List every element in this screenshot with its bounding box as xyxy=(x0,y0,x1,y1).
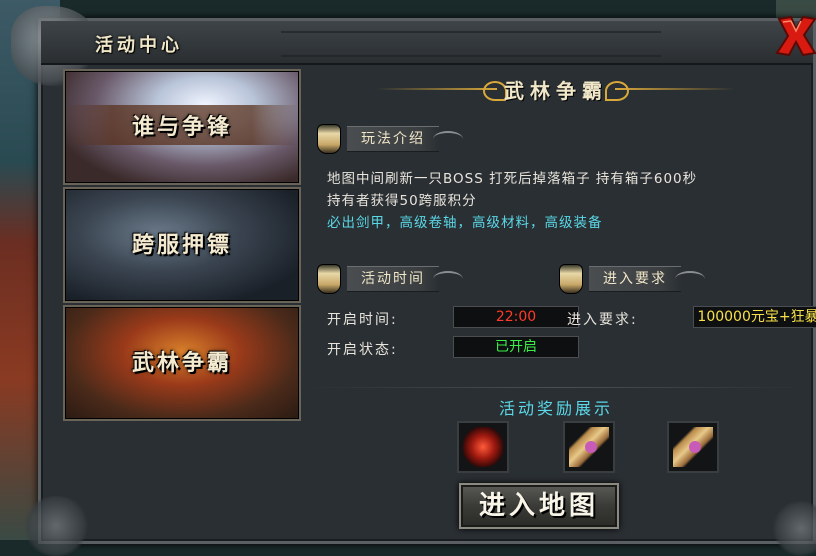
swirl-ornament-icon xyxy=(433,131,463,147)
section-title: 活动时间 xyxy=(347,266,439,292)
activity-card-label: 谁与争锋 xyxy=(65,105,299,145)
swirl-ornament-icon xyxy=(675,271,705,287)
activity-card-1[interactable]: 谁与争锋 xyxy=(63,69,301,185)
lantern-icon xyxy=(317,264,341,294)
gameplay-description-line-2: 持有者获得50跨服积分 xyxy=(327,193,477,209)
knot-icon xyxy=(605,81,629,101)
section-gameplay: 玩法介绍 xyxy=(317,124,463,154)
reward-title: 活动奖励展示 xyxy=(498,399,613,418)
section-title: 玩法介绍 xyxy=(347,126,439,152)
gameplay-description-line-1: 地图中间刷新一只BOSS 打死后掉落箱子 持有箱子600秒 xyxy=(327,171,698,187)
title-pattern xyxy=(281,31,661,57)
divider xyxy=(307,387,805,388)
open-time-label: 开启时间: xyxy=(327,312,398,328)
enter-map-button[interactable]: 进入地图 xyxy=(459,483,619,529)
open-time-value: 22:00 xyxy=(453,306,579,328)
window-title: 活动中心 xyxy=(95,35,183,56)
activity-list: 谁与争锋 跨服押镖 武林争霸 xyxy=(63,69,301,421)
activity-window: 活动中心 谁与争锋 跨服押镖 武林争霸 武林争霸 玩法介绍 地图中间刷新一只BO… xyxy=(11,6,816,556)
close-button[interactable] xyxy=(771,11,816,61)
section-requirement: 进入要求 xyxy=(559,264,705,294)
dragon-ornament-icon xyxy=(21,496,91,556)
open-status-label: 开启状态: xyxy=(327,342,398,358)
gameplay-reward-highlight: 必出剑甲，高级卷轴，高级材料，高级装备 xyxy=(327,215,603,231)
activity-detail-panel: 武林争霸 玩法介绍 地图中间刷新一只BOSS 打死后掉落箱子 持有箱子600秒 … xyxy=(307,69,816,529)
open-status-value: 已开启 xyxy=(453,336,579,358)
activity-card-label: 武林争霸 xyxy=(131,351,232,376)
scroll-icon xyxy=(673,427,713,467)
lantern-icon xyxy=(559,264,583,294)
reward-slot-1[interactable] xyxy=(457,421,509,473)
requirement-label: 进入要求: xyxy=(567,312,638,328)
activity-card-label: 跨服押镖 xyxy=(131,233,232,258)
close-x-icon xyxy=(775,15,816,57)
activity-card-3[interactable]: 武林争霸 xyxy=(63,305,301,421)
scroll-icon xyxy=(569,427,609,467)
swirl-ornament-icon xyxy=(433,271,463,287)
section-title: 进入要求 xyxy=(589,266,681,292)
lantern-icon xyxy=(317,124,341,154)
reward-slot-2[interactable] xyxy=(563,421,615,473)
section-schedule: 活动时间 xyxy=(317,264,463,294)
heading-ornament-right xyxy=(615,88,735,90)
title-bar[interactable]: 活动中心 xyxy=(41,21,813,65)
red-gem-icon xyxy=(463,427,503,467)
reward-slot-3[interactable] xyxy=(667,421,719,473)
activity-card-2[interactable]: 跨服押镖 xyxy=(63,187,301,303)
requirement-value: 100000元宝+狂暴 xyxy=(693,306,816,328)
